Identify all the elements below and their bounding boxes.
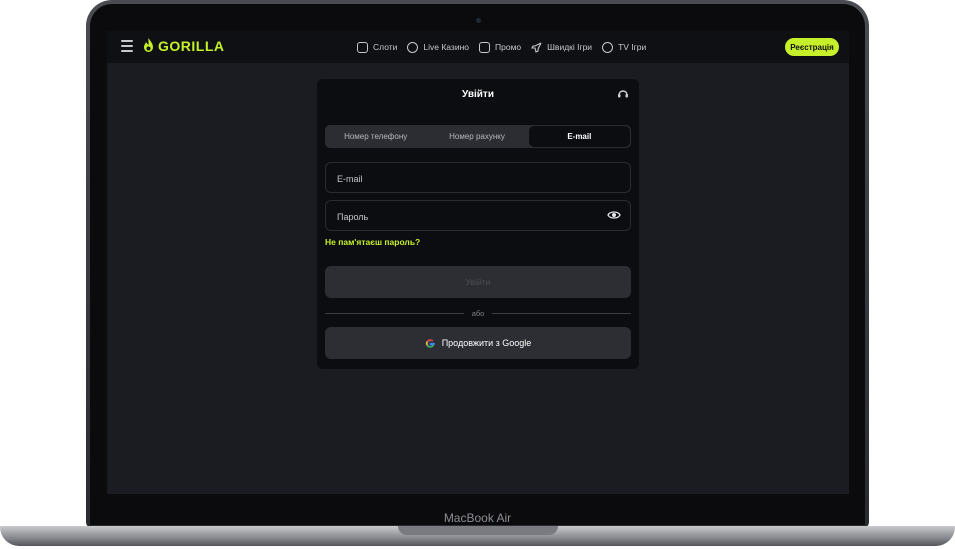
eye-icon[interactable] bbox=[607, 210, 621, 220]
live-casino-icon bbox=[407, 41, 419, 53]
email-field-wrapper bbox=[325, 162, 631, 194]
nav-item-fast-games[interactable]: Швидкі Ігри bbox=[531, 41, 593, 53]
gift-icon bbox=[479, 41, 490, 53]
nav-label: Швидкі Ігри bbox=[547, 42, 593, 52]
device-label: MacBook Air bbox=[443, 511, 512, 525]
browser-viewport: GORILLA Слоти Live Казино Промо Швидкі І… bbox=[107, 31, 849, 494]
nav-item-slots[interactable]: Слоти bbox=[357, 41, 398, 53]
login-method-tabs: Номер телефону Номер рахунку E-mail bbox=[325, 125, 631, 148]
nav-item-tv-games[interactable]: TV Ігри bbox=[602, 41, 647, 53]
nav-item-promo[interactable]: Промо bbox=[479, 41, 522, 53]
modal-title: Увійти bbox=[462, 89, 494, 100]
top-bar: GORILLA Слоти Live Казино Промо Швидкі І… bbox=[107, 31, 849, 63]
tab-account-number[interactable]: Номер рахунку bbox=[426, 125, 527, 148]
nav-label: TV Ігри bbox=[618, 42, 647, 52]
password-field-wrapper bbox=[325, 200, 631, 232]
google-login-button[interactable]: Продовжити з Google bbox=[325, 327, 631, 359]
email-input[interactable] bbox=[335, 163, 599, 194]
divider-label: або bbox=[471, 308, 485, 318]
camera-icon bbox=[476, 18, 481, 23]
password-input[interactable] bbox=[335, 201, 599, 232]
login-modal: Увійти Номер телефону Номер рахунку E-ma… bbox=[317, 79, 639, 369]
tab-phone[interactable]: Номер телефону bbox=[325, 125, 426, 148]
nav-label: Промо bbox=[495, 42, 522, 52]
login-button[interactable]: Увійти bbox=[325, 266, 631, 298]
main-nav: Слоти Live Казино Промо Швидкі Ігри TV І… bbox=[357, 31, 656, 63]
nav-label: Слоти bbox=[373, 42, 398, 52]
rocket-icon bbox=[531, 41, 543, 53]
google-button-label: Продовжити з Google bbox=[441, 338, 532, 348]
laptop-notch bbox=[398, 526, 558, 535]
tab-email[interactable]: E-mail bbox=[528, 126, 630, 147]
menu-icon[interactable] bbox=[121, 40, 133, 52]
nav-item-live-casino[interactable]: Live Казино bbox=[407, 41, 469, 53]
tv-games-icon bbox=[602, 41, 614, 53]
slots-icon bbox=[357, 41, 368, 53]
site-logo[interactable]: GORILLA bbox=[143, 38, 225, 54]
forgot-password-link[interactable]: Не пам'ятаєш пароль? bbox=[325, 237, 420, 247]
or-divider: або bbox=[325, 306, 632, 320]
flame-icon bbox=[144, 38, 153, 52]
google-icon bbox=[425, 338, 435, 348]
logo-text: GORILLA bbox=[158, 38, 225, 54]
register-button[interactable]: Реєстрація bbox=[785, 38, 839, 56]
nav-label: Live Казино bbox=[423, 42, 469, 52]
support-icon[interactable] bbox=[617, 88, 629, 100]
